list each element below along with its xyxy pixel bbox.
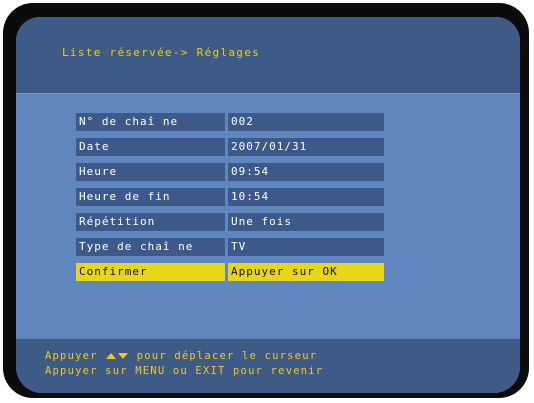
settings-row-label: Date bbox=[76, 138, 225, 156]
settings-row-value[interactable]: 2007/01/31 bbox=[228, 138, 384, 156]
help-line-navigate-suffix: pour déplacer le curseur bbox=[136, 350, 318, 362]
settings-row-value[interactable]: 10:54 bbox=[228, 188, 384, 206]
help-line-back: Appuyer sur MENU ou EXIT pour revenir bbox=[45, 365, 324, 377]
help-line-navigate: Appuyer pour déplacer le curseur bbox=[45, 350, 317, 362]
help-line-navigate-prefix: Appuyer bbox=[45, 350, 98, 362]
menu-title: Liste réservée-> Réglages bbox=[62, 46, 261, 59]
settings-row-value[interactable]: Une fois bbox=[228, 213, 384, 231]
confirm-label: Confirmer bbox=[76, 263, 225, 281]
settings-row-value[interactable]: TV bbox=[228, 238, 384, 256]
down-arrow-icon bbox=[118, 353, 129, 359]
settings-panel: N° de chaî ne 002 Date 2007/01/31 Heure … bbox=[16, 94, 520, 339]
settings-row-value[interactable]: 002 bbox=[228, 113, 384, 131]
settings-row-label: N° de chaî ne bbox=[76, 113, 225, 131]
help-footer: Appuyer pour déplacer le curseur Appuyer… bbox=[16, 339, 520, 393]
settings-row-label: Heure bbox=[76, 163, 225, 181]
settings-row-label: Type de chaî ne bbox=[76, 238, 225, 256]
settings-row-label: Répétition bbox=[76, 213, 225, 231]
up-arrow-icon bbox=[106, 353, 117, 359]
tv-bezel: Liste réservée-> Réglages N° de chaî ne … bbox=[3, 3, 529, 398]
confirm-button[interactable]: Appuyer sur OK bbox=[228, 263, 384, 281]
settings-row-label: Heure de fin bbox=[76, 188, 225, 206]
osd-screen: Liste réservée-> Réglages N° de chaî ne … bbox=[16, 17, 520, 393]
menu-header: Liste réservée-> Réglages bbox=[16, 17, 520, 93]
settings-row-value[interactable]: 09:54 bbox=[228, 163, 384, 181]
